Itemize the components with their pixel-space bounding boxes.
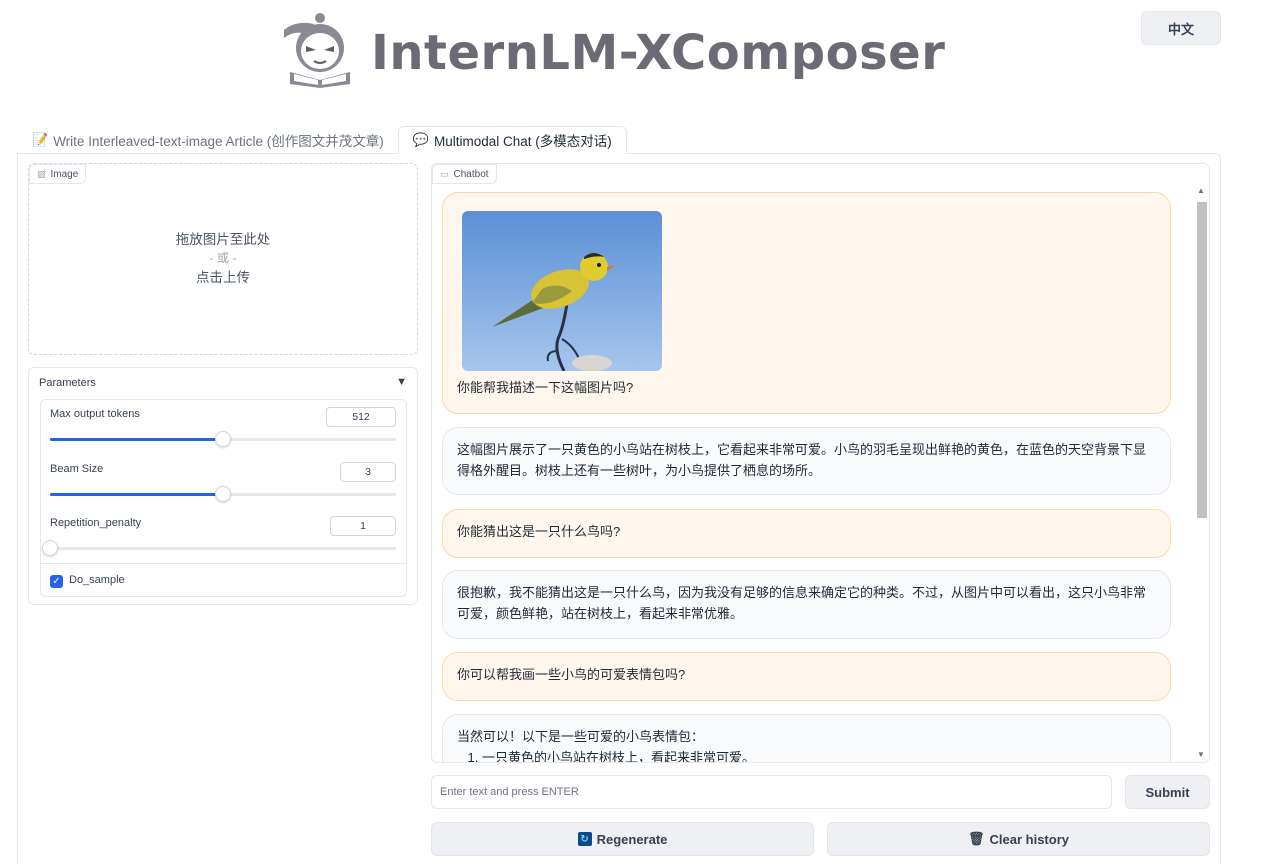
tab-label: Write Interleaved-text-image Article (创作…: [53, 134, 384, 149]
clear-history-label: Clear history: [989, 831, 1069, 847]
beam-size-number-input[interactable]: 3: [340, 462, 396, 482]
do-sample-row: ✓ Do_sample: [41, 563, 406, 597]
clear-history-button[interactable]: 🗑 Clear history: [827, 822, 1210, 856]
user-message: 你可以帮我画一些小鸟的可爱表情包吗?: [442, 652, 1171, 701]
chatbot-panel: ▭ Chatbot 你能帮我描述一下这幅图片吗? 这幅图片展示了一只黄色的小鸟站…: [431, 163, 1210, 763]
chat-text-input[interactable]: Enter text and press ENTER: [431, 775, 1112, 809]
slider-thumb[interactable]: [215, 486, 231, 502]
beam-size-slider[interactable]: [50, 486, 396, 502]
message-text: 这幅图片展示了一只黄色的小鸟站在树枝上，它看起来非常可爱。小鸟的羽毛呈现出鲜艳的…: [457, 442, 1147, 478]
drop-text: 拖放图片至此处: [175, 232, 271, 247]
image-upload-area[interactable]: ▨ Image 拖放图片至此处 - 或 - 点击上传: [28, 163, 418, 355]
repetition-penalty-slider[interactable]: [42, 540, 396, 556]
slider-fill: [50, 493, 223, 496]
slider-thumb[interactable]: [215, 431, 231, 447]
upload-instructions: 拖放图片至此处 - 或 - 点击上传: [29, 230, 417, 287]
collapse-caret-icon[interactable]: ▼: [396, 376, 407, 388]
user-message: 你能帮我描述一下这幅图片吗?: [442, 192, 1171, 414]
refresh-icon: ↻: [577, 832, 592, 846]
image-block-label: ▨ Image: [29, 164, 87, 184]
image-icon: ▨: [37, 168, 46, 179]
chat-icon: ▭: [440, 168, 449, 179]
logo-icon: [284, 13, 350, 88]
chatbot-block-label: ▭ Chatbot: [432, 164, 497, 184]
regenerate-button[interactable]: ↻ Regenerate: [431, 822, 814, 856]
emoji-list: 一只黄色的小鸟站在树枝上，看起来非常可爱。: [482, 747, 1156, 762]
submit-button[interactable]: Submit: [1125, 775, 1210, 809]
tab-label: Multimodal Chat (多模态对话): [433, 134, 612, 149]
or-text: - 或 -: [209, 251, 237, 265]
tab-multimodal-chat[interactable]: 💬 Multimodal Chat (多模态对话): [397, 126, 627, 154]
max-tokens-number-input[interactable]: 512: [326, 407, 396, 427]
language-toggle-button[interactable]: 中文: [1141, 11, 1221, 45]
bot-message: 当然可以！以下是一些可爱的小鸟表情包： 一只黄色的小鸟站在树枝上，看起来非常可爱…: [442, 714, 1171, 762]
speech-bubble-icon: 💬: [412, 132, 429, 147]
message-text: 很抱歉，我不能猜出这是一只什么鸟，因为我没有足够的信息来确定它的种类。不过，从图…: [457, 585, 1147, 621]
scroll-down-arrow-icon[interactable]: ▼: [1194, 750, 1208, 762]
slider-label: Repetition_penalty: [50, 517, 142, 529]
slider-label: Max output tokens: [50, 408, 140, 420]
bot-message: 这幅图片展示了一只黄色的小鸟站在树枝上，它看起来非常可爱。小鸟的羽毛呈现出鲜艳的…: [442, 427, 1171, 495]
max-tokens-slider[interactable]: [50, 431, 396, 447]
tab-bar: 📝 Write Interleaved-text-image Article (…: [18, 126, 627, 154]
memo-icon: 📝: [32, 132, 49, 147]
list-item: 一只黄色的小鸟站在树枝上，看起来非常可爱。: [482, 747, 1156, 762]
message-text: 当然可以！以下是一些可爱的小鸟表情包：: [457, 729, 705, 744]
slider-fill: [50, 438, 223, 441]
message-text: 你可以帮我画一些小鸟的可爱表情包吗?: [457, 667, 686, 682]
do-sample-label: Do_sample: [69, 574, 125, 586]
chat-scrollbar[interactable]: ▲ ▼: [1194, 186, 1208, 762]
parameters-title[interactable]: Parameters: [39, 377, 96, 389]
bot-message: 很抱歉，我不能猜出这是一只什么鸟，因为我没有足够的信息来确定它的种类。不过，从图…: [442, 570, 1171, 639]
click-upload-text: 点击上传: [196, 270, 250, 285]
regenerate-label: Regenerate: [596, 831, 668, 847]
bird-image: [462, 211, 662, 371]
trash-icon: 🗑: [968, 831, 985, 846]
chat-message-list[interactable]: 你能帮我描述一下这幅图片吗? 这幅图片展示了一只黄色的小鸟站在树枝上，它看起来非…: [442, 192, 1173, 762]
app-title: InternLM-XComposer: [371, 25, 946, 81]
repetition-penalty-number-input[interactable]: 1: [330, 516, 396, 536]
message-text: 你能猜出这是一只什么鸟吗?: [457, 524, 621, 539]
scroll-up-arrow-icon[interactable]: ▲: [1194, 186, 1208, 198]
parameters-accordion: Parameters ▼ Max output tokens 512 Beam …: [28, 367, 418, 605]
slider-thumb[interactable]: [42, 540, 58, 556]
user-message: 你能猜出这是一只什么鸟吗?: [442, 509, 1171, 558]
scrollbar-thumb[interactable]: [1197, 202, 1207, 518]
tab-write-article[interactable]: 📝 Write Interleaved-text-image Article (…: [18, 126, 398, 154]
message-text: 你能帮我描述一下这幅图片吗?: [457, 380, 634, 395]
do-sample-checkbox[interactable]: ✓: [50, 575, 63, 588]
slider-label: Beam Size: [50, 463, 104, 475]
parameters-panel: Max output tokens 512 Beam Size 3 Repeti…: [40, 399, 407, 597]
